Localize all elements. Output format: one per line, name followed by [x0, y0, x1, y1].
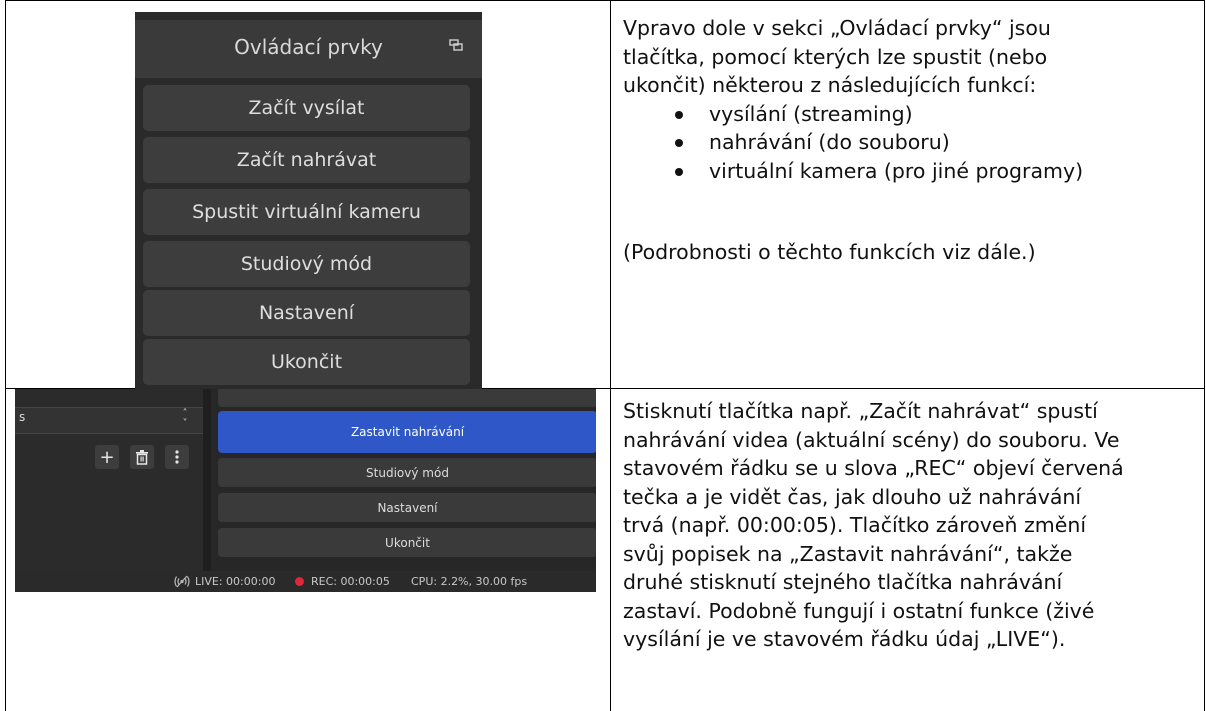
- intro-line: ukončit) některou z následujících funkcí…: [623, 73, 1037, 97]
- cpu-status: CPU: 2.2%, 30.00 fps: [411, 575, 528, 588]
- list-item: nahrávání (do souboru): [623, 128, 1193, 157]
- studio-mode-button[interactable]: Studiový mód: [143, 241, 470, 287]
- status-bar: LIVE: 00:00:00 REC: 00:00:05 CPU: 2.2%, …: [15, 571, 596, 592]
- start-streaming-button[interactable]: Začít vysílat: [143, 85, 470, 131]
- text-line: vysílání je ve stavovém řádku údaj „LIVE…: [623, 627, 1066, 651]
- text-line: zastaví. Podobně fungují i ostatní funkc…: [623, 598, 1095, 623]
- controls-panel: Zastavit nahrávání Studiový mód Nastaven…: [211, 389, 596, 571]
- studio-mode-button[interactable]: Studiový mód: [218, 458, 596, 487]
- top-row-description: Vpravo dole v sekci „Ovládací prvky“ jso…: [623, 14, 1193, 267]
- stop-recording-button[interactable]: Zastavit nahrávání: [218, 411, 596, 453]
- details-note: (Podrobnosti o těchto funkcích viz dále.…: [623, 240, 1036, 264]
- text-line: druhé stisknutí stejného tlačítka nahráv…: [623, 570, 1063, 594]
- undock-icon[interactable]: [449, 39, 463, 51]
- start-virtual-camera-button[interactable]: Spustit virtuální kameru: [143, 189, 470, 235]
- function-list: vysílání (streaming) nahrávání (do soubo…: [623, 100, 1193, 186]
- table-column-divider: [610, 0, 611, 711]
- scene-collection-select[interactable]: s ˄ ˅: [15, 407, 203, 434]
- rec-indicator-icon: [295, 577, 304, 586]
- bottom-row-description: Stisknutí tlačítka např. „Začít nahrávat…: [623, 397, 1193, 654]
- panel-divider: [203, 389, 211, 571]
- table-border-right: [1204, 0, 1205, 711]
- text-line: svůj popisek na „Zastavit nahrávání“, ta…: [623, 541, 1073, 566]
- recording-state-screenshot: s ˄˅ + Zastavit nahrávání Studiový mód: [15, 389, 596, 592]
- dock-header: Ovládací prvky: [135, 20, 482, 78]
- text-line: stavovém řádku se u slova „REC“ objeví č…: [623, 456, 1124, 480]
- settings-button[interactable]: Nastavení: [143, 290, 470, 336]
- text-line: Stisknutí tlačítka např. „Začít nahrávat…: [623, 399, 1098, 423]
- intro-line: tlačítka, pomocí kterých lze spustit (ne…: [623, 44, 1048, 69]
- intro-line: Vpravo dole v sekci „Ovládací prvky“ jso…: [623, 16, 1051, 40]
- list-item: vysílání (streaming): [623, 100, 1193, 129]
- table-border-left: [5, 0, 6, 711]
- add-icon[interactable]: +: [95, 445, 119, 469]
- exit-button[interactable]: Ukončit: [143, 339, 470, 385]
- table-border-top: [5, 0, 1205, 1]
- trash-icon[interactable]: [130, 445, 154, 469]
- text-line: tečka a je vidět čas, jak dlouho už nahr…: [623, 484, 1082, 509]
- dock-top-strip: [135, 12, 482, 20]
- select-text: s: [19, 410, 26, 424]
- controls-dock-screenshot: Ovládací prvky Začít vysílat Začít nahrá…: [135, 12, 482, 389]
- dock-title: Ovládací prvky: [234, 35, 383, 59]
- list-item: virtuální kamera (pro jiné programy): [623, 157, 1193, 186]
- settings-button[interactable]: Nastavení: [218, 493, 596, 522]
- exit-button[interactable]: Ukončit: [218, 528, 596, 557]
- live-status: LIVE: 00:00:00: [195, 575, 276, 588]
- sources-panel: s ˄ ˅ +: [15, 389, 203, 571]
- partial-button[interactable]: [218, 389, 596, 407]
- text-line: trvá (např. 00:00:05). Tlačítko zároveň …: [623, 513, 1087, 537]
- dock-body: Začít vysílat Začít nahrávat Spustit vir…: [135, 78, 482, 389]
- text-line: nahrávání videa (aktuální scény) do soub…: [623, 427, 1120, 452]
- updown-arrows-icon[interactable]: ˄ ˅: [178, 409, 192, 431]
- rec-status: REC: 00:00:05: [311, 575, 390, 588]
- live-signal-icon: [174, 575, 190, 588]
- start-recording-button[interactable]: Začít nahrávat: [143, 137, 470, 183]
- more-options-icon[interactable]: [165, 445, 189, 469]
